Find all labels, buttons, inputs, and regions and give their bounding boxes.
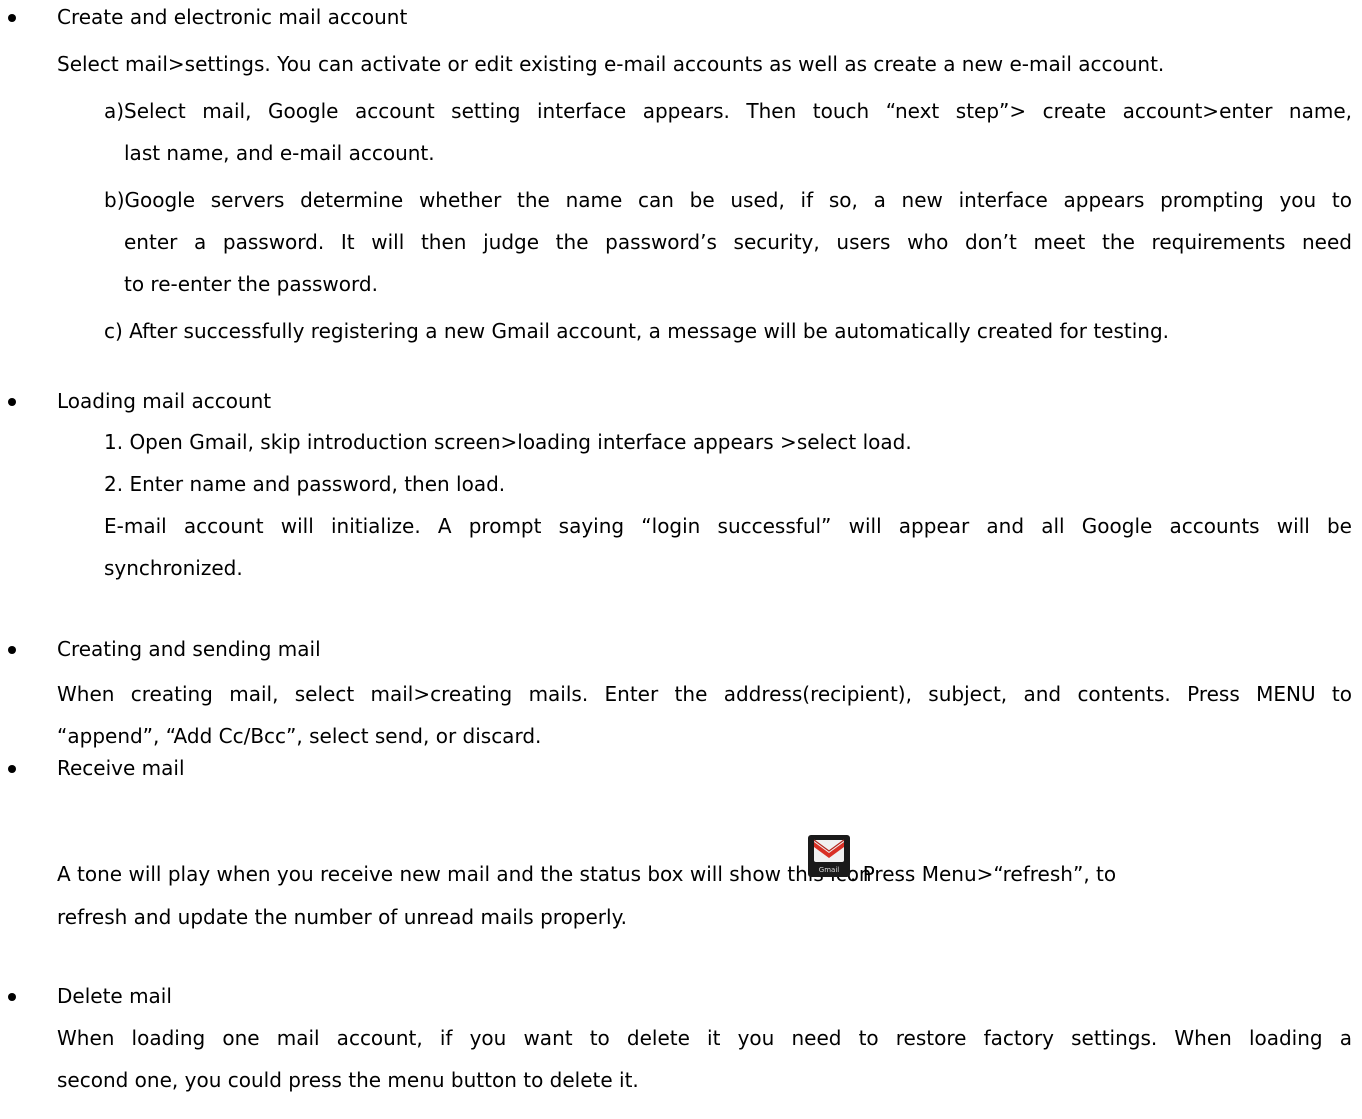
- section-heading-receive: Receive mail: [57, 756, 185, 780]
- loading-step-1: 1. Open Gmail, skip introduction screen>…: [104, 430, 912, 454]
- bullet-icon: [8, 993, 16, 1001]
- section-heading-loading: Loading mail account: [57, 389, 272, 413]
- loading-note-line2: synchronized.: [104, 556, 243, 580]
- document-page: Create and electronic mail account Selec…: [0, 0, 1362, 1119]
- loading-note-line1: E-mail account will initialize. A prompt…: [104, 514, 1352, 538]
- loading-step-2: 2. Enter name and password, then load.: [104, 472, 506, 496]
- receive-body-line2: refresh and update the number of unread …: [57, 905, 627, 929]
- create-item-b-line3: to re-enter the password.: [124, 272, 378, 296]
- create-item-c: c) After successfully registering a new …: [104, 319, 1170, 343]
- delete-body-line2: second one, you could press the menu but…: [57, 1068, 639, 1092]
- receive-body-line1-after: . Press Menu>“refresh”, to: [850, 862, 1117, 886]
- bullet-icon: [8, 646, 16, 654]
- create-item-a-line2: last name, and e-mail account.: [124, 141, 435, 165]
- envelope-icon: [813, 839, 845, 862]
- create-item-b-line2: enter a password. It will then judge the…: [124, 230, 1352, 254]
- section-heading-sending: Creating and sending mail: [57, 637, 321, 661]
- gmail-icon-label: Gmail: [818, 866, 840, 874]
- section-heading-create: Create and electronic mail account: [57, 5, 408, 29]
- create-item-a-line1: a)Select mail, Google account setting in…: [104, 99, 1352, 123]
- create-intro: Select mail>settings. You can activate o…: [57, 52, 1165, 76]
- create-item-b-line1: b)Google servers determine whether the n…: [104, 188, 1352, 212]
- bullet-icon: [8, 398, 16, 406]
- delete-body-line1: When loading one mail account, if you wa…: [57, 1026, 1352, 1050]
- receive-body-line1-before: A tone will play when you receive new ma…: [57, 862, 872, 886]
- bullet-icon: [8, 765, 16, 773]
- sending-body-line2: “append”, “Add Cc/Bcc”, select send, or …: [57, 724, 542, 748]
- gmail-icon: Gmail: [808, 835, 850, 877]
- bullet-icon: [8, 14, 16, 22]
- sending-body-line1: When creating mail, select mail>creating…: [57, 682, 1352, 706]
- section-heading-delete: Delete mail: [57, 984, 172, 1008]
